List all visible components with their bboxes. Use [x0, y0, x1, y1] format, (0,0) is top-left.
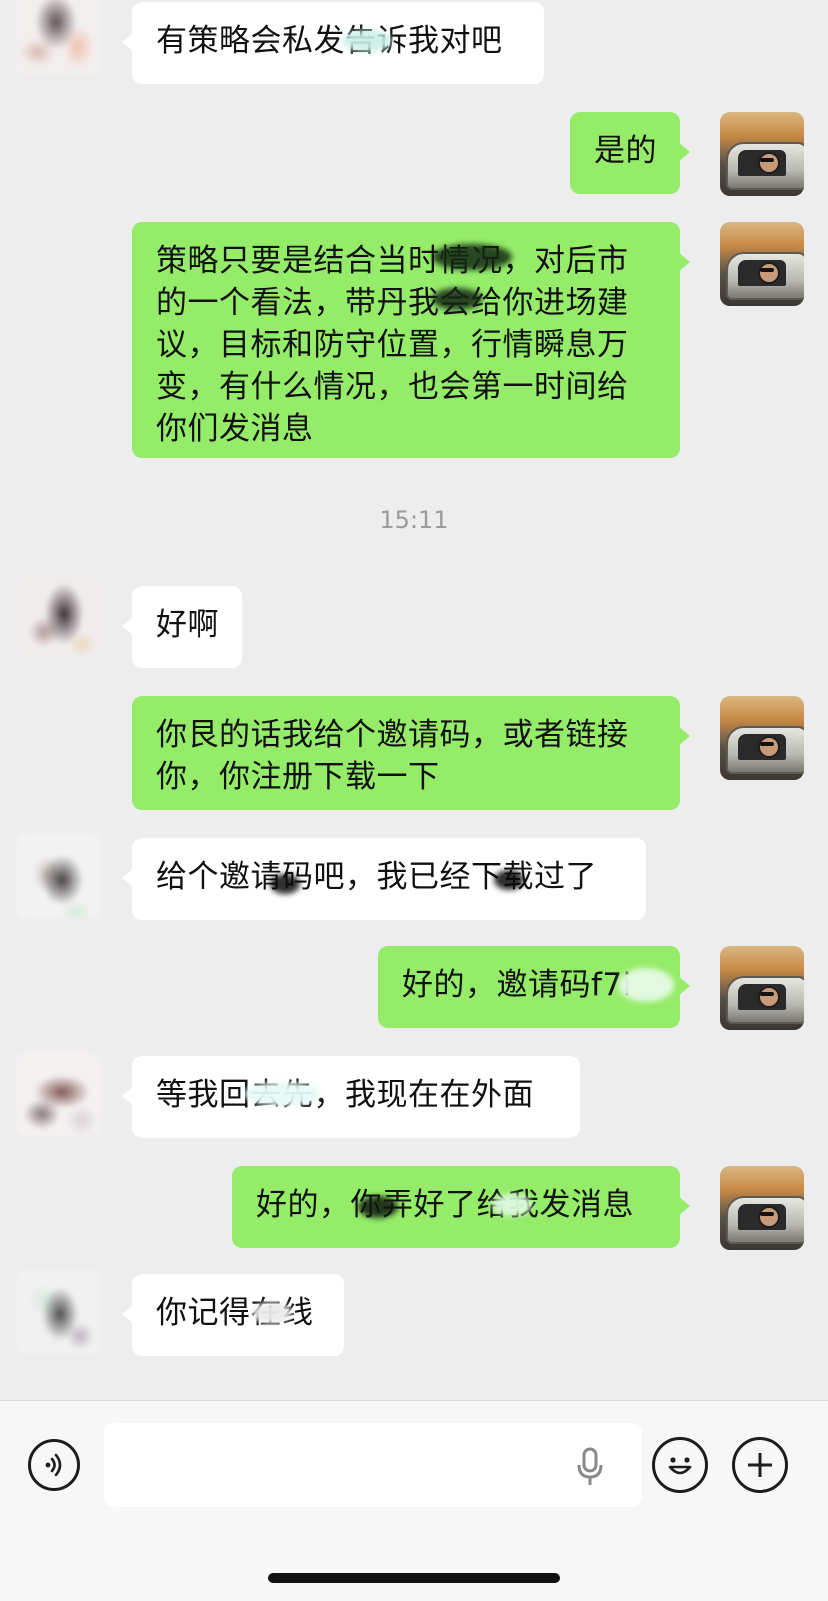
message-text: 好啊: [156, 607, 219, 643]
message-text-line: 策略只要是结合当时情况，对后市: [156, 243, 629, 279]
my-avatar[interactable]: [720, 946, 804, 1030]
avatar-sunglasses: [760, 1212, 774, 1216]
message-input[interactable]: [104, 1423, 642, 1507]
my-avatar[interactable]: [720, 112, 804, 196]
redaction-blur: [432, 288, 482, 310]
message-text-line: 议，目标和防守位置，行情瞬息万: [156, 327, 629, 363]
contact-avatar[interactable]: [16, 0, 100, 76]
message-text-line: 你，你注册下载一下: [156, 759, 440, 795]
redaction-blur: [494, 870, 524, 890]
home-indicator[interactable]: [268, 1573, 560, 1583]
emoji-face-glyph: [668, 1457, 692, 1475]
message-text: 你记得在线: [156, 1295, 314, 1331]
my-avatar[interactable]: [720, 696, 804, 780]
message-bubble-incoming[interactable]: 好啊: [122, 586, 242, 668]
redaction-blur: [432, 244, 512, 270]
contact-avatar[interactable]: [16, 1270, 100, 1354]
plus-icon[interactable]: [732, 1437, 788, 1493]
message-text-line: 你们发消息: [156, 411, 314, 447]
voice-icon[interactable]: [28, 1439, 80, 1491]
contact-avatar[interactable]: [16, 574, 100, 658]
redaction-blur: [252, 1302, 292, 1324]
redaction-blur: [342, 30, 392, 52]
avatar-person: [758, 152, 780, 174]
message-bubble-incoming[interactable]: 等我回去先，我现在在外面: [122, 1056, 580, 1138]
microphone-icon[interactable]: [576, 1447, 604, 1487]
message-bubble-incoming[interactable]: 给个邀请码吧，我已经下载过了: [122, 838, 646, 920]
my-avatar[interactable]: [720, 1166, 804, 1250]
message-text-line: 你艮的话我给个邀请码，或者链接: [156, 717, 629, 753]
message-bubble-incoming[interactable]: 有策略会私发告诉我对吧: [122, 2, 544, 84]
message-bubble-outgoing[interactable]: 是的: [570, 112, 690, 194]
message-text: 给个邀请码吧，我已经下载过了: [156, 859, 597, 895]
message-bubble-outgoing[interactable]: 好的，邀请码f7i: [378, 946, 690, 1028]
message-text-line: 的一个看法，带丹我会给你进场建: [156, 285, 629, 321]
redaction-blur: [492, 1194, 532, 1216]
my-avatar[interactable]: [720, 222, 804, 306]
redaction-blur: [270, 874, 300, 894]
avatar-person: [758, 262, 780, 284]
message-bubble-outgoing[interactable]: 策略只要是结合当时情况，对后市 的一个看法，带丹我会给你进场建 议，目标和防守位…: [132, 222, 690, 458]
redaction-blur: [358, 1196, 398, 1218]
contact-avatar[interactable]: [16, 1052, 100, 1136]
plus-glyph: [748, 1453, 772, 1477]
chat-input-bar: [0, 1400, 828, 1601]
voice-icon-glyph: [45, 1453, 62, 1477]
avatar-sunglasses: [760, 992, 774, 996]
avatar-person: [758, 736, 780, 758]
message-text-line: 变，有什么情况，也会第一时间给: [156, 369, 629, 405]
redaction-blur: [244, 1082, 320, 1106]
message-bubble-outgoing[interactable]: 你艮的话我给个邀请码，或者链接 你，你注册下载一下: [132, 696, 690, 810]
avatar-person: [758, 1206, 780, 1228]
message-text: 等我回去先，我现在在外面: [156, 1077, 534, 1113]
contact-avatar[interactable]: [16, 834, 100, 918]
avatar-sunglasses: [760, 268, 774, 272]
message-text: 是的: [594, 133, 657, 169]
redaction-blur: [618, 968, 674, 1002]
avatar-sunglasses: [760, 742, 774, 746]
message-text: 好的，你弄好了给我发消息: [256, 1187, 634, 1223]
message-bubble-incoming[interactable]: 你记得在线: [122, 1274, 344, 1356]
message-bubble-outgoing[interactable]: 好的，你弄好了给我发消息: [232, 1166, 690, 1248]
avatar-person: [758, 986, 780, 1008]
chat-timestamp: 15:11: [379, 506, 449, 534]
emoji-icon[interactable]: [652, 1437, 708, 1493]
message-text: 有策略会私发告诉我对吧: [156, 23, 503, 59]
avatar-sunglasses: [760, 158, 774, 162]
